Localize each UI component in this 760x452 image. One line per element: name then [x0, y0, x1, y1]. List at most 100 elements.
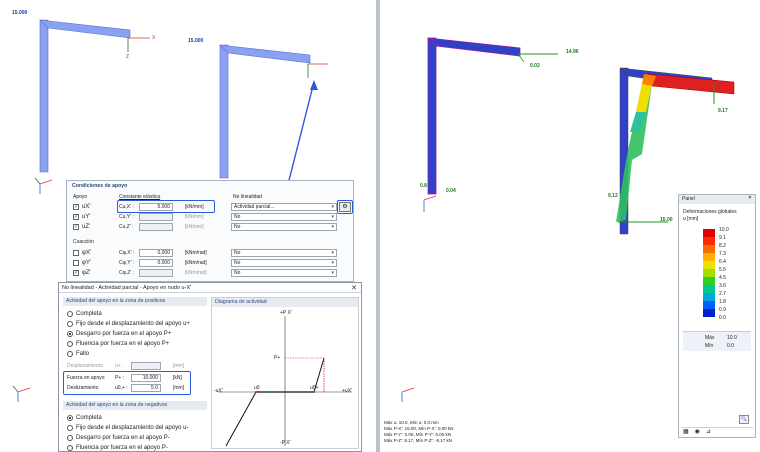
- legend-min-value: 0.0: [727, 343, 734, 349]
- highlight-edit-button: [337, 200, 353, 214]
- reaction-912: 9.12: [608, 193, 618, 199]
- ux-nonlinearity-select[interactable]: Actividad parcial...: [231, 203, 337, 211]
- zoom-icon[interactable]: 🔍: [739, 415, 749, 424]
- phiy-checkbox[interactable]: [73, 259, 79, 266]
- radio-icon[interactable]: [67, 321, 73, 327]
- cuz-input[interactable]: [139, 223, 173, 231]
- neg-option-fijo[interactable]: Fijo desde el desplazamiento del apoyo u…: [67, 423, 188, 433]
- col-nonlinearity: No linealidad: [233, 194, 262, 200]
- radio-icon[interactable]: [67, 445, 73, 451]
- phiy-nonlinearity-select[interactable]: No: [231, 259, 337, 267]
- legend-value: 9.1: [719, 235, 726, 241]
- legend-value: 5.5: [719, 267, 726, 273]
- reaction-1500: 15.00: [660, 217, 673, 223]
- legend-panel-titlebar: Panel ✕: [679, 195, 755, 204]
- legend-swatch: [703, 309, 715, 317]
- neg-options: Completa Fijo desde el desplazamiento de…: [67, 413, 188, 452]
- reaction-08: 0.8: [420, 183, 427, 189]
- support-conditions-panel: Condiciones de apoyo Apoyo Constante elá…: [66, 180, 354, 282]
- radio-icon[interactable]: [67, 351, 73, 357]
- phix-nonlinearity-select[interactable]: No: [231, 249, 337, 257]
- cphiy-unit: [kNm/rad]: [185, 260, 207, 266]
- legend-value: 8.2: [719, 243, 726, 249]
- highlight-elastic: [117, 200, 215, 213]
- diagram-p-label: P+: [274, 355, 281, 361]
- legend-extremes: Máx 10.0 Mín 0.0: [683, 331, 751, 351]
- uy-checkbox[interactable]: ✓: [73, 213, 79, 220]
- legend-unit: u [mm]: [683, 216, 699, 222]
- cphix-input[interactable]: 0.000: [139, 249, 173, 257]
- phix-label: φX': [82, 249, 92, 256]
- frame2-load-label: 15.000: [188, 38, 204, 44]
- legend-swatch: [703, 269, 715, 277]
- legend-close-icon[interactable]: ✕: [748, 195, 752, 201]
- pos-option-fallo[interactable]: Fallo: [67, 349, 190, 359]
- axis-x-label: X: [152, 35, 156, 41]
- option-label: Desgarro por fuerza en el apoyo P+: [76, 331, 172, 337]
- left-model-view[interactable]: 15.000 15.000 X Z Condiciones de apoyo A…: [0, 0, 376, 452]
- legend-color-scale: [703, 229, 715, 317]
- diagram-u0-label: u0: [254, 385, 260, 391]
- support-row-phix[interactable]: φX': [73, 248, 91, 257]
- pos-options: Completa Fijo desde el desplazamiento de…: [67, 309, 190, 359]
- coaccion-label: Coacción: [73, 239, 94, 245]
- diagram-py-top: +P X': [280, 310, 292, 316]
- cphiy-input[interactable]: 0.000: [139, 259, 173, 267]
- neg-option-desgarro[interactable]: Desgarro por fuerza en el apoyo P-: [67, 433, 188, 443]
- cphiz-input[interactable]: [139, 269, 173, 277]
- scale-icon[interactable]: ⊿: [706, 428, 711, 437]
- uz-nonlinearity-select[interactable]: No: [231, 223, 337, 231]
- legend-value: 3.6: [719, 283, 726, 289]
- pos-option-desgarro[interactable]: Desgarro por fuerza en el apoyo P+: [67, 329, 190, 339]
- nonlinearity-dialog: No linealidad - Actividad parcial - Apoy…: [58, 282, 362, 452]
- neg-option-completa[interactable]: Completa: [67, 413, 188, 423]
- cphix-unit: [kNm/rad]: [185, 250, 207, 256]
- results-icon[interactable]: ▦: [683, 428, 689, 437]
- radio-icon[interactable]: [67, 435, 73, 441]
- support-row-phiy[interactable]: φY': [73, 258, 91, 267]
- right-model-view[interactable]: 14.96 0.02 0.8 0.04 9.17 9.12 15.00 Máx …: [380, 0, 760, 452]
- pos-option-completa[interactable]: Completa: [67, 309, 190, 319]
- summary-line-4: Máx P-Z': 9.17, Mín P-Z': -9.17 kN: [384, 438, 452, 443]
- phiz-checkbox[interactable]: ✓: [73, 269, 79, 276]
- radio-icon[interactable]: [67, 415, 73, 421]
- radio-icon[interactable]: [67, 311, 73, 317]
- col-support: Apoyo: [73, 194, 88, 200]
- ux-checkbox[interactable]: ✓: [73, 203, 79, 210]
- dialog-close-icon[interactable]: ✕: [351, 284, 357, 292]
- cphix-label: Cφ,X' :: [119, 250, 135, 256]
- phix-checkbox[interactable]: [73, 249, 79, 256]
- dialog-left-column: Actividad del apoyo en la zona de positi…: [63, 297, 207, 452]
- legend-max-label: Máx: [705, 335, 715, 341]
- phiy-label: φY': [82, 259, 92, 266]
- pos-option-fluencia[interactable]: Fluencia por fuerza en el apoyo P+: [67, 339, 190, 349]
- legend-swatch: [703, 253, 715, 261]
- support-row-uz[interactable]: ✓ uZ': [73, 222, 90, 231]
- phiz-nonlinearity-select[interactable]: No: [231, 269, 337, 277]
- displacement-input[interactable]: [131, 362, 161, 370]
- legend-swatch: [703, 229, 715, 237]
- cuy-input[interactable]: [139, 213, 173, 221]
- legend-value: 1.8: [719, 299, 726, 305]
- legend-swatch: [703, 237, 715, 245]
- legend-swatch: [703, 277, 715, 285]
- uy-nonlinearity-select[interactable]: No: [231, 213, 337, 221]
- phiz-label: φZ': [82, 269, 91, 276]
- reaction-004: 0.04: [446, 188, 456, 194]
- display-icon[interactable]: ◉: [695, 428, 700, 437]
- legend-heading: Deformaciones globales: [683, 209, 737, 215]
- legend-values: 10.0 9.1 8.2 7.3 6.4 5.5 4.5 3.6 2.7 1.8…: [719, 226, 729, 322]
- uz-checkbox[interactable]: ✓: [73, 223, 79, 230]
- radio-icon[interactable]: [67, 331, 73, 337]
- neg-option-fluencia[interactable]: Fluencia por fuerza en el apoyo P-: [67, 443, 188, 452]
- support-row-uy[interactable]: ✓ uY': [73, 212, 90, 221]
- pos-option-fijo[interactable]: Fijo desde el desplazamiento del apoyo u…: [67, 319, 190, 329]
- support-row-phiz[interactable]: ✓ φZ': [73, 268, 91, 277]
- dialog-title: No linealidad - Actividad parcial - Apoy…: [62, 285, 192, 291]
- option-label: Completa: [76, 311, 102, 317]
- radio-icon[interactable]: [67, 341, 73, 347]
- support-row-ux[interactable]: ✓ uX': [73, 202, 90, 211]
- activity-diagram: [218, 316, 352, 447]
- results-summary: Máx u: 10.0, Mín u: 0.0 mm Máx P-X': 15.…: [384, 420, 454, 444]
- radio-icon[interactable]: [67, 425, 73, 431]
